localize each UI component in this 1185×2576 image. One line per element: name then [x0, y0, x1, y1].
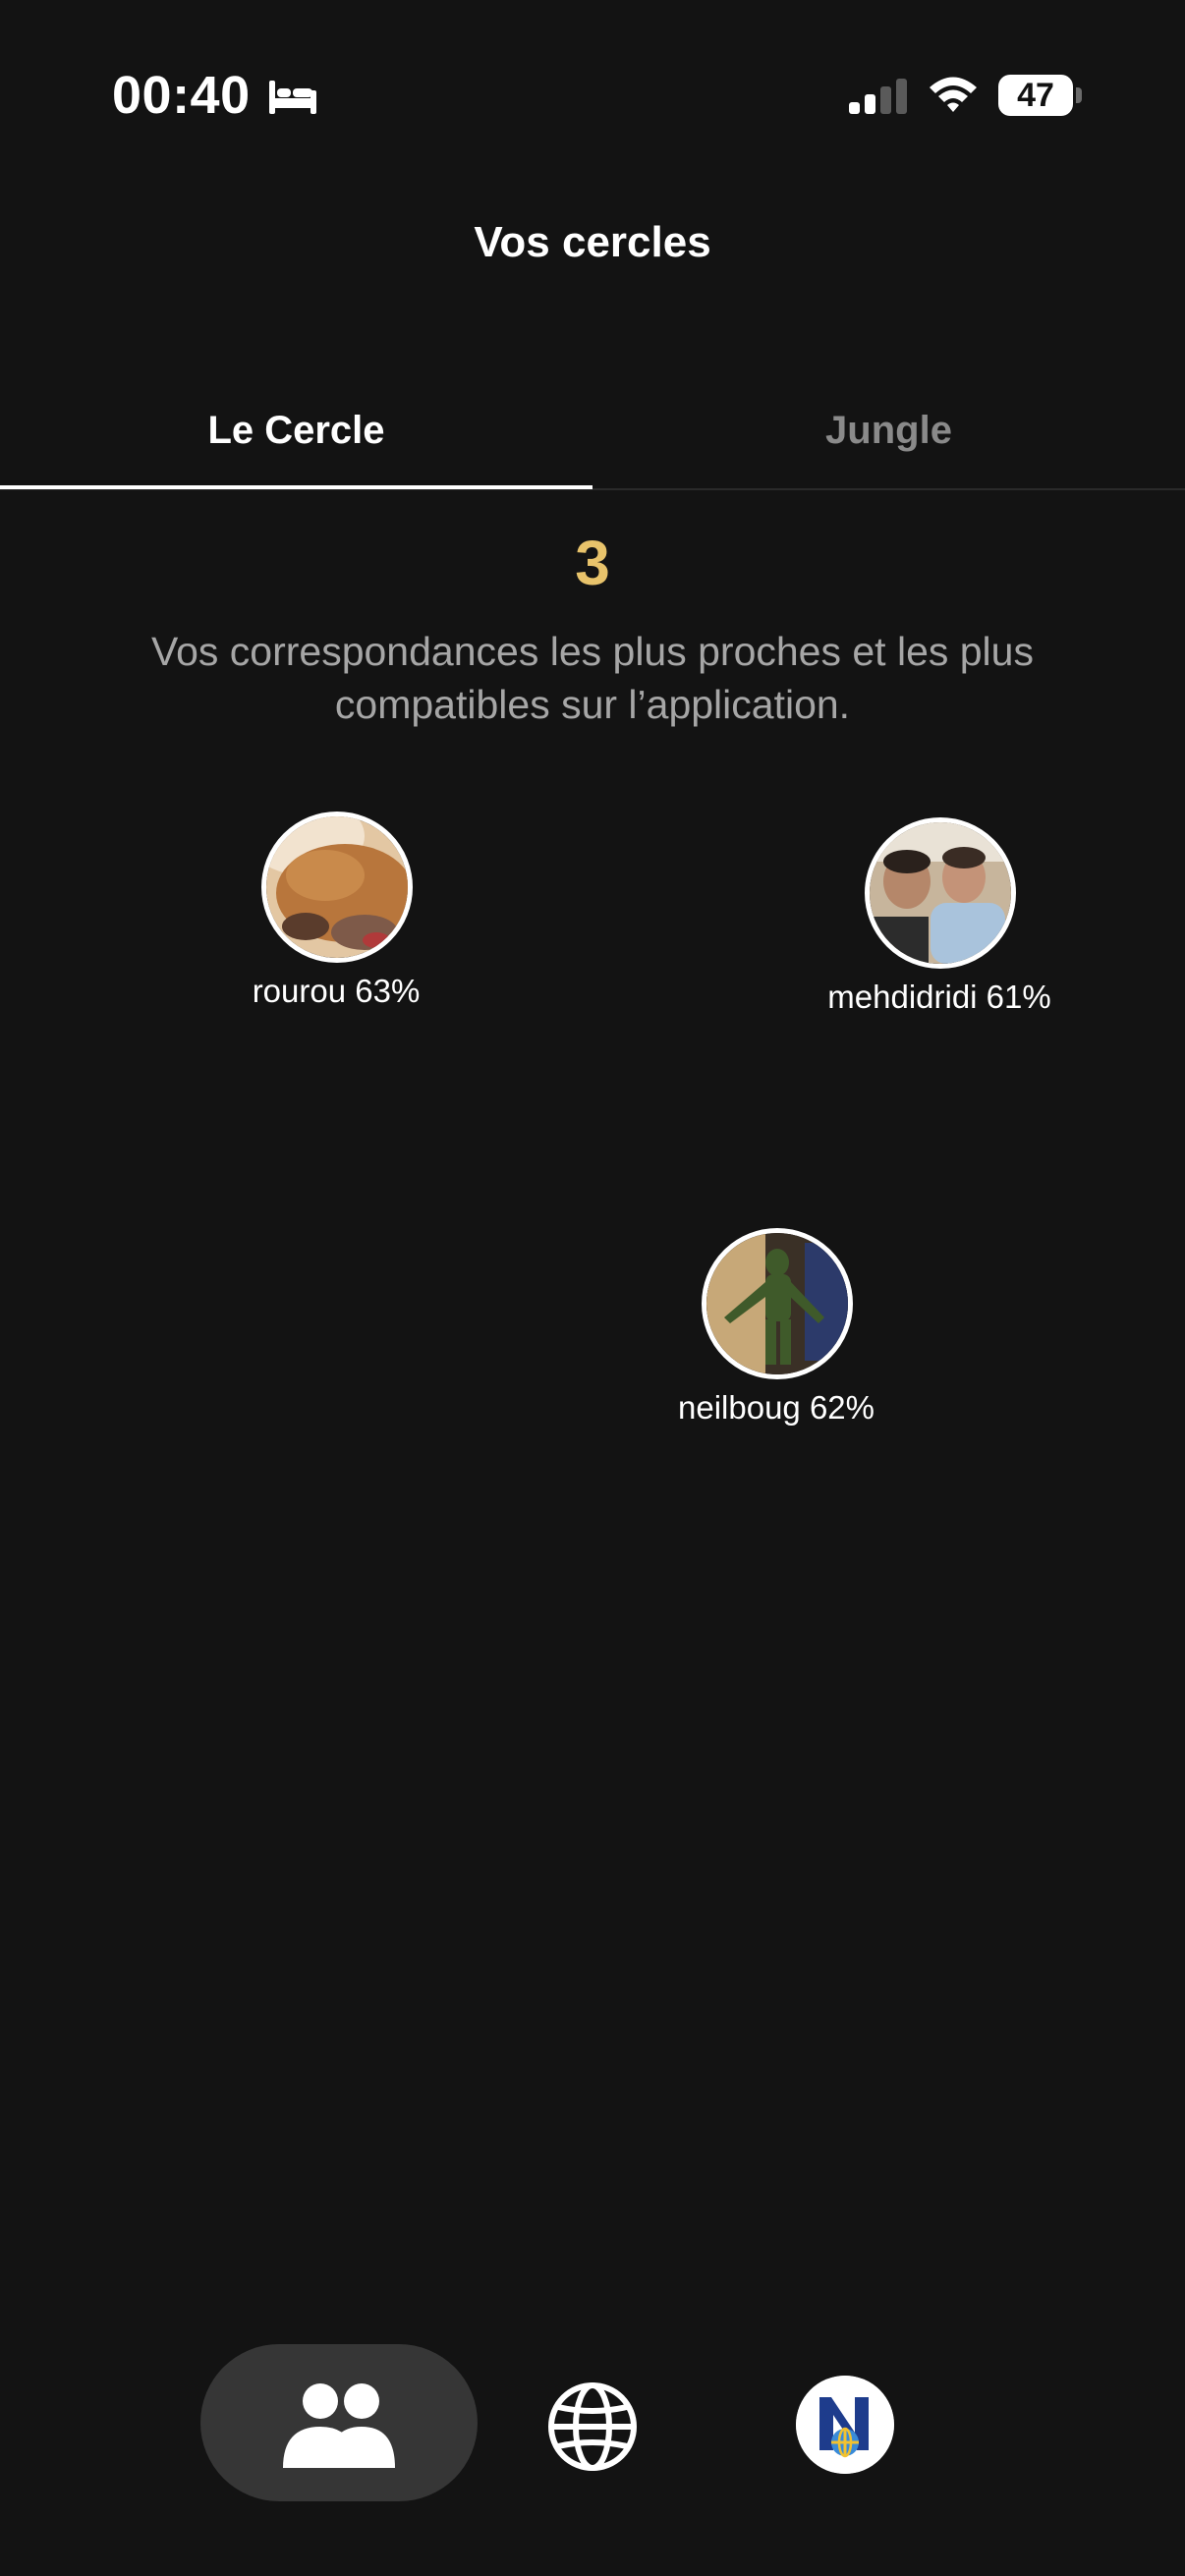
profile-mehdidridi[interactable]: mehdidridi 61%	[792, 817, 1087, 1024]
profile-rourou[interactable]: rourou 63%	[189, 812, 483, 1018]
news-app-icon[interactable]	[796, 2376, 894, 2474]
circle-description: Vos correspondances les plus proches et …	[151, 629, 1034, 727]
profile-label: mehdidridi 61%	[827, 979, 1051, 1015]
wifi-icon	[930, 77, 977, 112]
tab-jungle[interactable]: Jungle	[592, 409, 1185, 453]
globe-icon[interactable]	[543, 2378, 642, 2476]
circle-count: 3	[575, 528, 610, 598]
people-icon	[283, 2383, 395, 2468]
status-time: 00:40	[112, 66, 251, 125]
cellular-signal-icon	[849, 79, 907, 114]
profile-label: neilboug 62%	[678, 1389, 875, 1426]
tab-le-cercle[interactable]: Le Cercle	[0, 409, 592, 453]
avatar	[261, 812, 413, 963]
battery-indicator: 47	[998, 75, 1073, 116]
battery-level: 47	[1017, 77, 1054, 114]
sleep-focus-bed-icon	[269, 81, 316, 114]
friends-photo-avatar-image	[870, 822, 1011, 964]
avatar	[865, 817, 1016, 969]
dog-photo-avatar-image	[266, 816, 408, 958]
page-title: Vos cercles	[474, 218, 711, 266]
profile-label: rourou 63%	[252, 973, 421, 1009]
battery-cap	[1076, 87, 1082, 103]
avatar	[702, 1228, 853, 1379]
green-costume-photo-avatar-image	[706, 1233, 848, 1374]
profile-neilboug[interactable]: neilboug 62%	[629, 1228, 924, 1434]
news-logo-icon	[796, 2376, 894, 2474]
active-tab-indicator	[0, 485, 592, 489]
